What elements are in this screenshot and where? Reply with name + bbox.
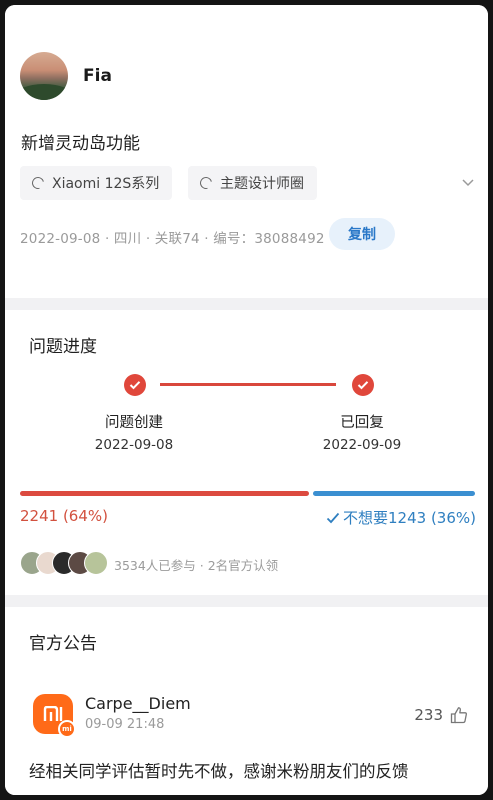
step-replied-date: 2022-09-09 [322, 437, 402, 453]
vote-want-count: 2241 (64%) [20, 507, 108, 525]
vote-not-want: 不想要1243 (36%) [326, 507, 476, 528]
mi-badge-icon: mi [58, 720, 76, 738]
thumbs-up-icon [450, 707, 467, 724]
chevron-down-icon[interactable] [461, 177, 475, 187]
user-avatar[interactable] [20, 52, 68, 100]
author-name[interactable]: Carpe__Diem [85, 694, 191, 713]
notice-card: 官方公告 mi Carpe__Diem 09-09 21:48 233 经相关同… [5, 607, 488, 795]
participants-text: 3534人已参与 · 2名官方认领 [114, 558, 279, 573]
section-title: 官方公告 [29, 634, 97, 654]
username[interactable]: Fia [83, 66, 112, 86]
avatar [84, 551, 108, 575]
issue-card: Fia 新增灵动岛功能 Xiaomi 12S系列 主题设计师圈 2022-09-… [5, 5, 488, 298]
tag-label: 主题设计师圈 [220, 176, 304, 192]
issue-meta: 2022-09-08 · 四川 · 关联74 · 编号：38088492 [20, 231, 325, 247]
vote-not-want-count: 不想要1243 (36%) [343, 509, 476, 527]
vote-bar-not-want[interactable] [313, 491, 475, 496]
topic-icon [197, 174, 215, 192]
step-replied-label: 已回复 [340, 415, 384, 431]
copy-button[interactable]: 复制 [329, 218, 395, 250]
like-button[interactable]: 233 [414, 706, 468, 724]
check-icon [124, 374, 146, 396]
participant-avatars[interactable] [20, 551, 116, 575]
tag-xiaomi-12s[interactable]: Xiaomi 12S系列 [20, 166, 173, 200]
vote-bar-want[interactable] [20, 491, 309, 496]
progress-card: 问题进度 问题创建 2022-09-08 已回复 2022-09-09 2241… [5, 310, 488, 595]
tag-label: Xiaomi 12S系列 [52, 176, 160, 192]
notice-text: 经相关同学评估暂时先不做，感谢米粉朋友们的反馈 [29, 762, 409, 781]
check-icon [326, 512, 340, 523]
step-connector [160, 383, 336, 386]
like-count: 233 [414, 706, 443, 724]
app-screen: Fia 新增灵动岛功能 Xiaomi 12S系列 主题设计师圈 2022-09-… [5, 5, 488, 795]
check-icon [352, 374, 374, 396]
step-created-date: 2022-09-08 [94, 437, 174, 453]
step-created-label: 问题创建 [105, 415, 163, 431]
topic-icon [29, 174, 47, 192]
section-title: 问题进度 [29, 337, 97, 357]
post-time: 09-09 21:48 [85, 717, 165, 732]
tag-theme-designer[interactable]: 主题设计师圈 [188, 166, 317, 200]
issue-title: 新增灵动岛功能 [21, 134, 140, 154]
